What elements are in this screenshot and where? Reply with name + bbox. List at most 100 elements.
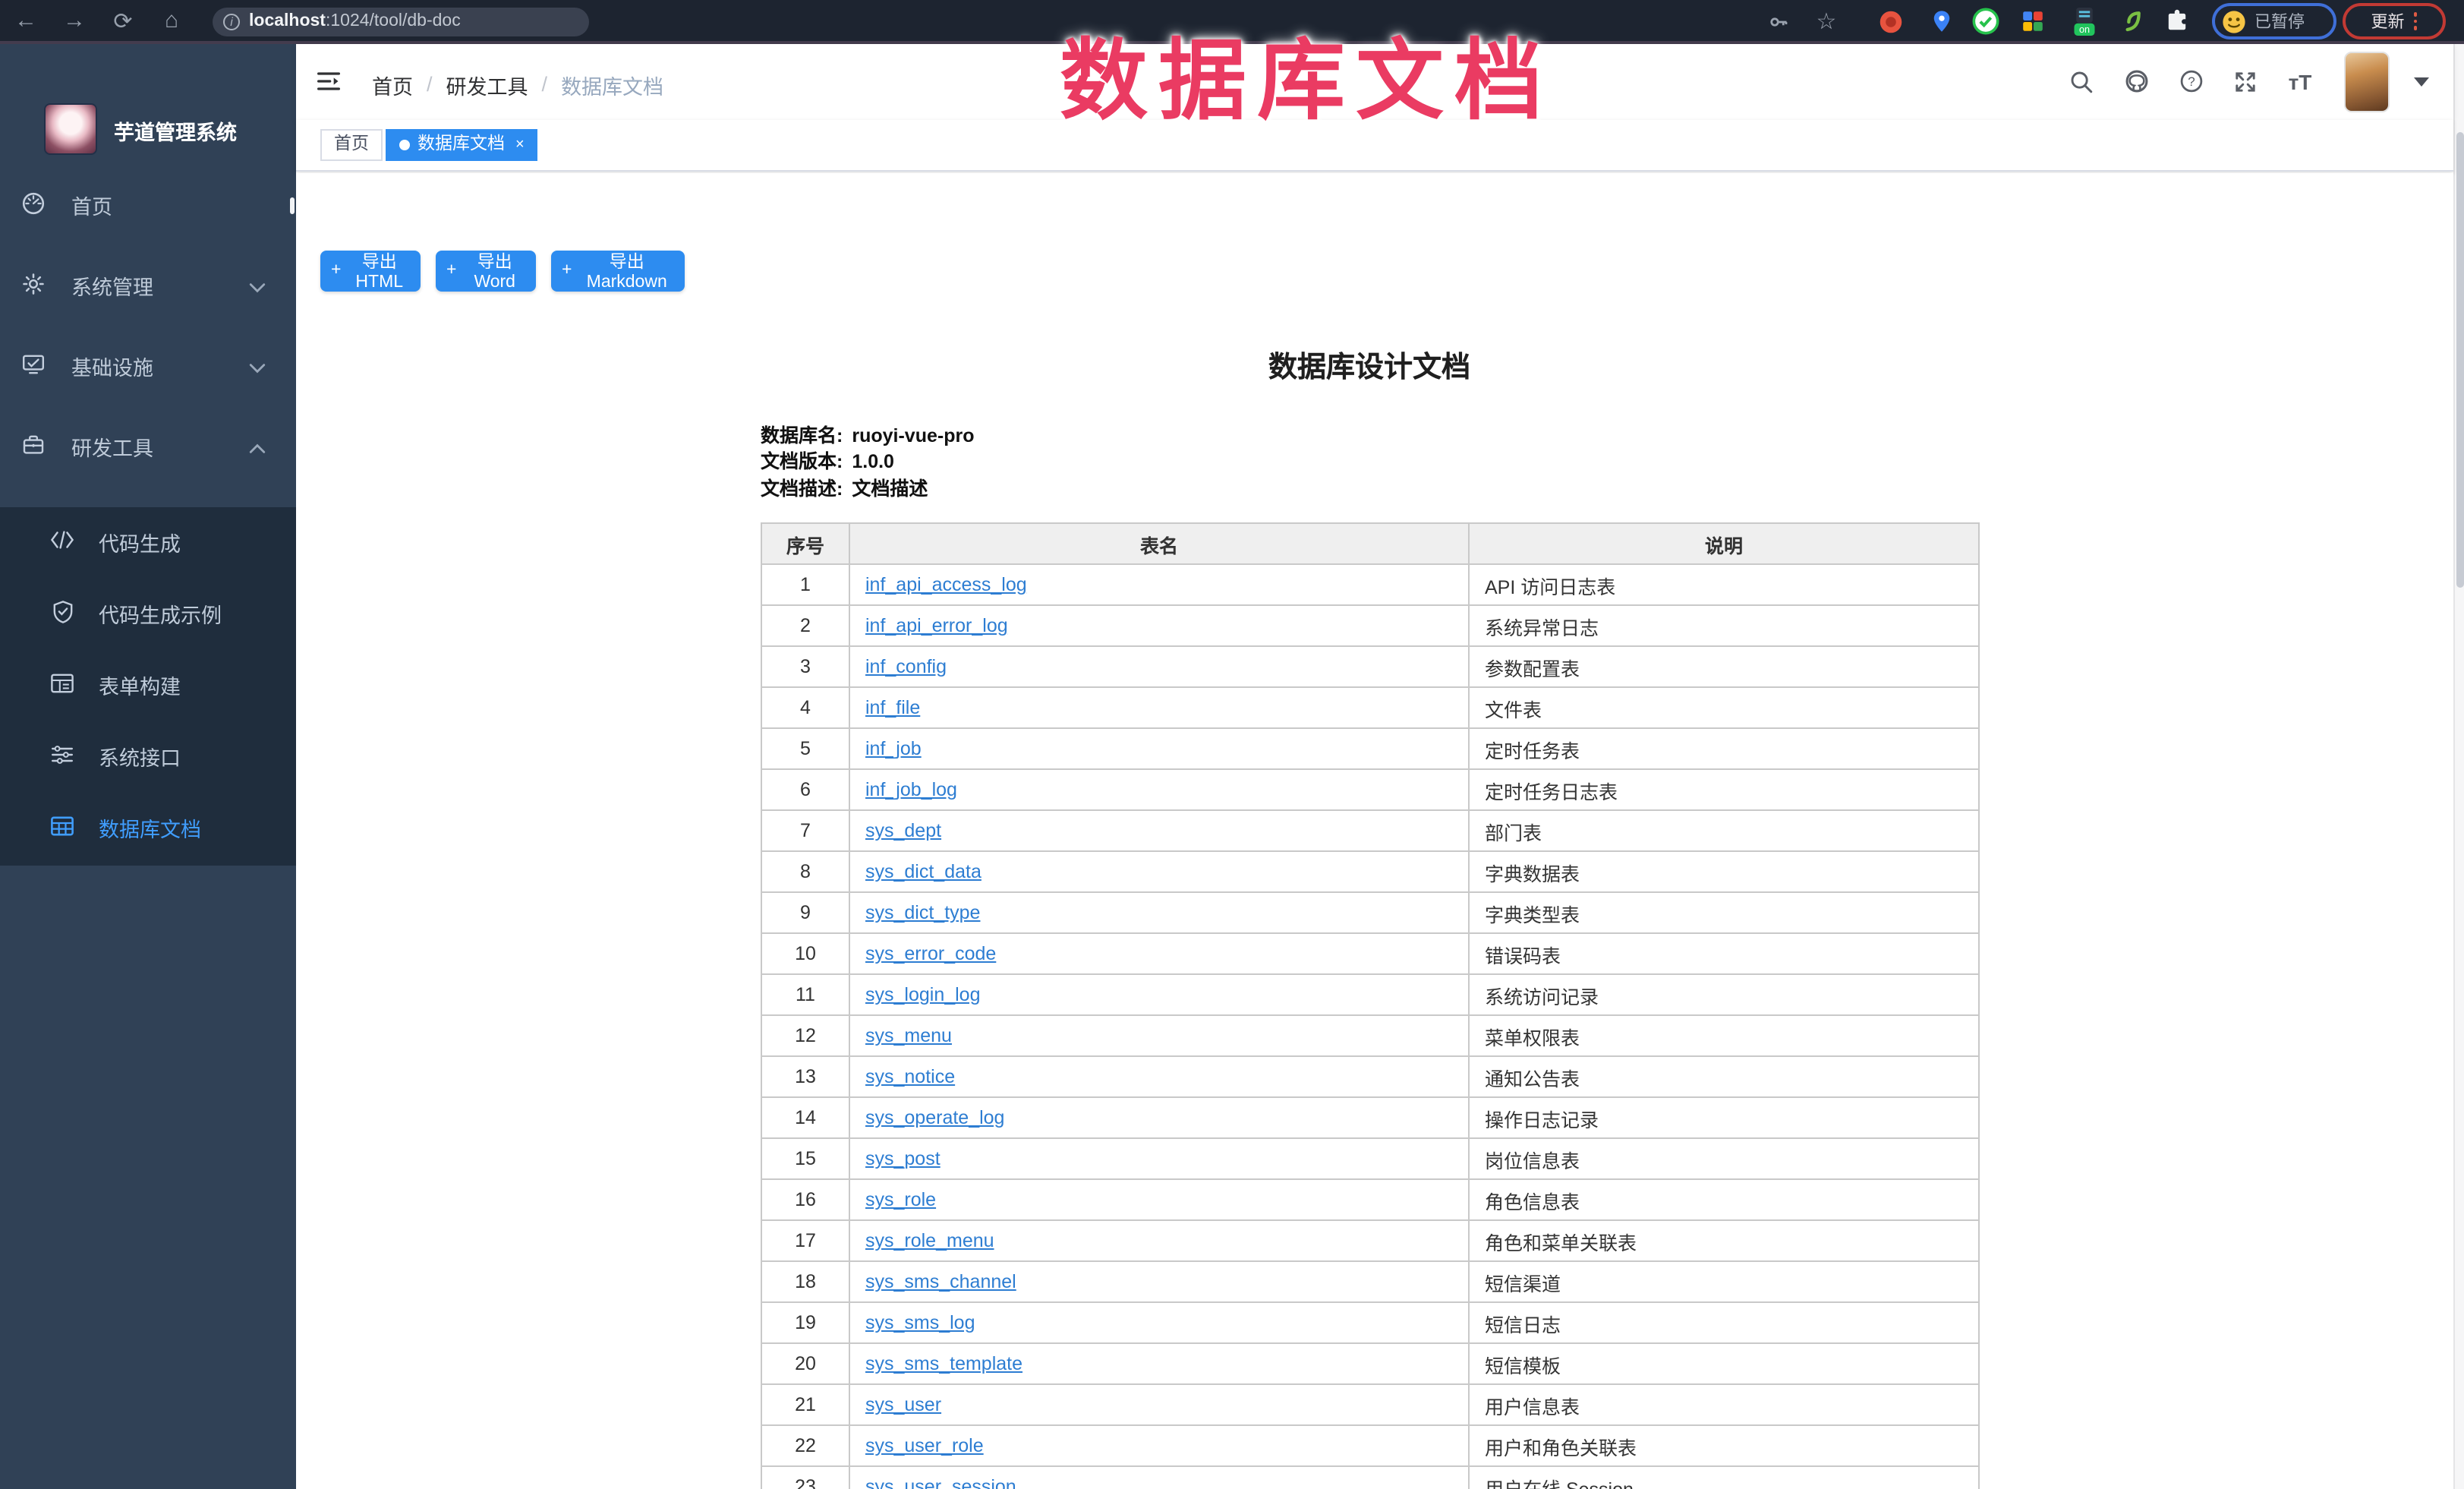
extension-red-icon[interactable] [1875, 6, 1905, 36]
table-name-link[interactable]: sys_dept [865, 820, 941, 841]
browser-menu-icon[interactable] [2414, 13, 2418, 30]
user-menu-caret-icon[interactable] [2414, 77, 2429, 86]
row-index: 3 [761, 646, 849, 687]
tag-close-icon[interactable]: × [515, 130, 525, 159]
sidebar-item-devtools[interactable]: 研发工具 [0, 406, 296, 487]
svg-text:?: ? [2187, 74, 2194, 89]
sidebar-item-db-doc[interactable]: 数据库文档 [0, 792, 296, 863]
row-table-name: sys_sms_template [849, 1343, 1469, 1384]
doc-title: 数据库设计文档 [761, 344, 1978, 385]
table-name-link[interactable]: sys_role_menu [865, 1230, 994, 1251]
table-name-link[interactable]: sys_dict_data [865, 861, 982, 882]
user-avatar[interactable] [2344, 51, 2390, 112]
table-name-link[interactable]: sys_dict_type [865, 902, 980, 923]
address-bar[interactable]: i localhost:1024/tool/db-doc [213, 7, 589, 36]
row-index: 1 [761, 564, 849, 605]
font-size-icon[interactable]: тT [2283, 65, 2317, 98]
row-table-name: sys_operate_log [849, 1097, 1469, 1138]
row-description: 菜单权限表 [1469, 1015, 1979, 1056]
table-name-link[interactable]: sys_sms_template [865, 1353, 1022, 1374]
row-table-name: inf_config [849, 646, 1469, 687]
row-index: 14 [761, 1097, 849, 1138]
extension-green-check-icon[interactable] [1971, 6, 2001, 36]
password-key-icon[interactable] [1763, 6, 1793, 36]
breadcrumb-devtools[interactable]: 研发工具 [446, 69, 528, 99]
extension-grid-icon[interactable] [2018, 6, 2048, 36]
table-name-link[interactable]: sys_login_log [865, 984, 981, 1005]
app-logo-row[interactable]: 芋道管理系统 [0, 43, 296, 165]
row-description: 文件表 [1469, 687, 1979, 728]
table-row: 13sys_notice通知公告表 [761, 1056, 1979, 1097]
table-name-link[interactable]: inf_file [865, 697, 920, 718]
table-row: 20sys_sms_template短信模板 [761, 1343, 1979, 1384]
table-name-link[interactable]: sys_user_session [865, 1476, 1016, 1489]
search-icon[interactable] [2065, 65, 2098, 98]
extension-green-icon[interactable] [2118, 6, 2148, 36]
row-index: 11 [761, 974, 849, 1015]
sidebar-scrollbar-thumb[interactable] [290, 197, 295, 213]
table-name-link[interactable]: sys_role [865, 1189, 936, 1210]
table-name-link[interactable]: inf_api_error_log [865, 615, 1008, 636]
github-icon[interactable] [2119, 65, 2153, 98]
tag-db-doc[interactable]: 数据库文档 × [386, 128, 538, 160]
table-name-link[interactable]: sys_menu [865, 1025, 952, 1046]
table-name-link[interactable]: sys_user [865, 1394, 941, 1415]
row-table-name: sys_sms_log [849, 1302, 1469, 1343]
export-markdown-button[interactable]: +导出 Markdown [551, 250, 685, 291]
form-icon [47, 672, 77, 698]
chevron-down-icon [249, 355, 266, 377]
table-row: 21sys_user用户信息表 [761, 1384, 1979, 1425]
sidebar-item-codegen[interactable]: 代码生成 [0, 506, 296, 578]
table-name-link[interactable]: inf_api_access_log [865, 574, 1027, 595]
row-description: 短信日志 [1469, 1302, 1979, 1343]
sidebar-item-api[interactable]: 系统接口 [0, 721, 296, 792]
table-name-link[interactable]: inf_job_log [865, 779, 957, 800]
table-row: 9sys_dict_type字典类型表 [761, 892, 1979, 933]
row-index: 12 [761, 1015, 849, 1056]
browser-reload-icon[interactable]: ⟳ [106, 0, 140, 41]
table-name-link[interactable]: sys_post [865, 1148, 941, 1169]
row-index: 2 [761, 605, 849, 646]
help-icon[interactable]: ? [2174, 65, 2207, 98]
row-description: 定时任务日志表 [1469, 769, 1979, 810]
table-name-link[interactable]: sys_notice [865, 1066, 955, 1087]
table-name-link[interactable]: sys_error_code [865, 943, 996, 964]
browser-back-icon[interactable]: ← [9, 0, 43, 41]
table-name-link[interactable]: inf_job [865, 738, 922, 759]
fullscreen-icon[interactable] [2229, 65, 2262, 98]
browser-home-icon[interactable]: ⌂ [155, 0, 188, 41]
extension-on-badge-icon[interactable]: on [2069, 6, 2100, 36]
row-table-name: sys_sms_channel [849, 1261, 1469, 1302]
row-index: 10 [761, 933, 849, 974]
export-word-button[interactable]: +导出 Word [436, 250, 536, 291]
main-area: 首页 / 研发工具 / 数据库文档 ? [296, 43, 2453, 1489]
tag-home[interactable]: 首页 [320, 128, 383, 160]
row-description: 角色信息表 [1469, 1179, 1979, 1220]
row-table-name: sys_post [849, 1138, 1469, 1179]
table-name-link[interactable]: sys_sms_channel [865, 1271, 1016, 1292]
collapse-sidebar-icon[interactable] [311, 65, 345, 98]
bookmark-star-icon[interactable]: ☆ [1811, 6, 1842, 36]
row-description: 通知公告表 [1469, 1056, 1979, 1097]
export-html-button[interactable]: +导出 HTML [320, 250, 421, 291]
table-name-link[interactable]: sys_operate_log [865, 1107, 1004, 1128]
update-annotation: 更新 [2343, 3, 2446, 39]
sidebar-item-home[interactable]: 首页 [0, 165, 296, 245]
table-name-link[interactable]: sys_sms_log [865, 1312, 975, 1333]
sidebar-item-codegen-demo[interactable]: 代码生成示例 [0, 578, 296, 649]
extension-blue-icon[interactable] [1927, 6, 1957, 36]
table-row: 6inf_job_log定时任务日志表 [761, 769, 1979, 810]
table-name-link[interactable]: inf_config [865, 656, 947, 677]
browser-forward-icon[interactable]: → [58, 0, 91, 41]
sidebar-item-system[interactable]: 系统管理 [0, 245, 296, 326]
table-name-link[interactable]: sys_user_role [865, 1435, 984, 1456]
sidebar-item-infra[interactable]: 基础设施 [0, 326, 296, 406]
sidebar-item-form-builder[interactable]: 表单构建 [0, 649, 296, 721]
breadcrumb-home[interactable]: 首页 [372, 69, 413, 99]
extensions-puzzle-icon[interactable] [2162, 6, 2192, 36]
row-description: 用户和角色关联表 [1469, 1425, 1979, 1466]
monitor-icon [18, 352, 49, 380]
site-info-icon[interactable]: i [223, 13, 240, 30]
update-button[interactable]: 更新 [2371, 9, 2405, 33]
emoji-face-icon[interactable] [2221, 8, 2247, 34]
